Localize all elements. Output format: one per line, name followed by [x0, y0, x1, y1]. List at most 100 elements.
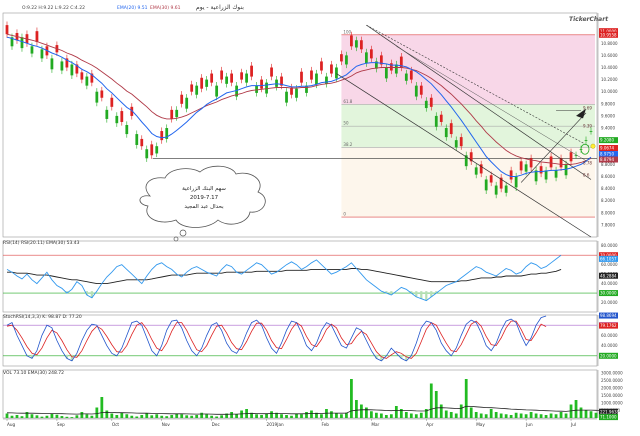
volume-bar: [105, 410, 109, 418]
annotation-line-1: سهم البنك الزراعية: [182, 186, 226, 192]
candle-body: [195, 85, 199, 95]
volume-bar: [449, 412, 453, 418]
candle-body: [369, 49, 373, 59]
candle-body: [404, 73, 408, 81]
candle-body: [569, 152, 573, 162]
volume-bar: [120, 412, 124, 418]
candle-body: [439, 114, 443, 122]
candle-body: [584, 140, 588, 141]
chart-layers: 10061.85038.209.699.398.788.611.000010.8…: [0, 0, 640, 432]
volume-bar: [394, 406, 398, 418]
candle-body: [35, 31, 39, 43]
volume-bar: [444, 410, 448, 418]
vol-axis-tick: 2500.0000: [601, 378, 623, 383]
x-axis-label: May: [476, 422, 485, 427]
candle-body: [489, 175, 493, 183]
fib-level-label: 50: [343, 121, 349, 126]
candle-body: [120, 111, 124, 122]
candle-body: [155, 146, 159, 154]
volume-bar: [474, 412, 478, 418]
volume-bar: [60, 416, 64, 418]
ema-fast-legend: EMA(20) 9.51: [117, 5, 148, 11]
volume-bar: [20, 416, 24, 418]
candle-body: [365, 52, 368, 64]
candle-body: [389, 63, 393, 71]
candle-body: [554, 170, 558, 178]
volume-bar: [75, 415, 79, 418]
candle-body: [220, 70, 224, 80]
volume-bar: [365, 407, 368, 418]
price-axis-tick: 9.4000: [601, 126, 615, 131]
volume-bar: [50, 413, 54, 418]
volume-bar: [504, 414, 508, 418]
stoch-panel-label: StochRSI(14,3,3) K: 98.87 D: 77.20: [3, 314, 82, 320]
candle-body: [265, 82, 268, 94]
x-axis-label: Nov: [162, 422, 171, 427]
candle-body: [544, 170, 548, 180]
annotation-line-2: 2019-7.17: [190, 195, 219, 201]
volume-bar: [145, 413, 149, 418]
volume-bar: [260, 415, 263, 418]
target-label: 9.39: [583, 124, 592, 129]
candle-body: [340, 54, 343, 62]
fib-level-label: 100: [343, 29, 351, 34]
volume-bar: [509, 415, 513, 418]
volume-bar: [5, 413, 9, 418]
candle-body: [360, 40, 363, 50]
candle-body: [40, 49, 44, 59]
stoch-axis-tick: 60.0000: [601, 333, 618, 338]
volume-bar: [489, 409, 493, 418]
volume-bar: [190, 415, 194, 418]
volume-bar: [384, 415, 388, 418]
candle-body: [424, 100, 428, 109]
volume-bar: [70, 417, 74, 418]
candle-body: [5, 25, 9, 35]
candle-body: [394, 64, 398, 74]
candle-body: [60, 61, 64, 71]
target-label: 8.78: [583, 161, 592, 166]
volume-bar: [135, 416, 139, 418]
price-axis-tick: 9.6000: [601, 113, 615, 118]
volume-bar: [350, 379, 353, 418]
volume-bar: [574, 400, 578, 418]
volume-bar: [90, 415, 94, 418]
volume-bar: [414, 414, 418, 418]
volume-bar: [534, 413, 538, 418]
candle-body: [589, 131, 593, 132]
x-axis-label: Oct: [112, 422, 120, 427]
candle-body: [275, 79, 278, 87]
x-axis-label: Feb: [321, 422, 329, 427]
chart-canvas[interactable]: 10061.85038.209.699.398.788.611.000010.8…: [0, 0, 640, 432]
volume-bar: [345, 412, 348, 418]
volume-bar: [65, 416, 69, 418]
candle-body: [409, 70, 413, 80]
volume-bar: [290, 415, 293, 418]
annotation-line-3: بحدال عبد المجيد: [184, 204, 224, 210]
signal-dot: [590, 143, 596, 149]
rsi-axis-tick: 20.0000: [601, 300, 618, 305]
volume-bar: [205, 414, 209, 418]
volume-bar: [35, 415, 39, 418]
candle-body: [110, 97, 114, 107]
volume-bar: [150, 415, 154, 418]
candle-body: [295, 88, 298, 98]
vol-axis-tick: 3000.0000: [601, 371, 623, 376]
candle-body: [190, 84, 194, 92]
candle-body: [160, 131, 164, 141]
candle-body: [429, 97, 433, 107]
volume-bar: [479, 413, 483, 418]
candle-body: [454, 140, 458, 148]
x-axis-label: 2019Jan: [267, 422, 284, 427]
volume-bar: [110, 413, 114, 418]
candle-body: [345, 55, 348, 65]
volume-bar: [559, 412, 563, 418]
volume-bar: [469, 407, 473, 418]
target-label: 8.6: [583, 173, 590, 178]
price-axis-tick: 7.8000: [601, 222, 615, 227]
volume-bar: [519, 413, 523, 418]
candle-body: [245, 73, 248, 83]
candle-body: [509, 170, 513, 180]
chart-window: 10061.85038.209.699.398.788.611.000010.8…: [0, 0, 640, 432]
candle-body: [225, 76, 229, 84]
candle-body: [434, 115, 438, 127]
